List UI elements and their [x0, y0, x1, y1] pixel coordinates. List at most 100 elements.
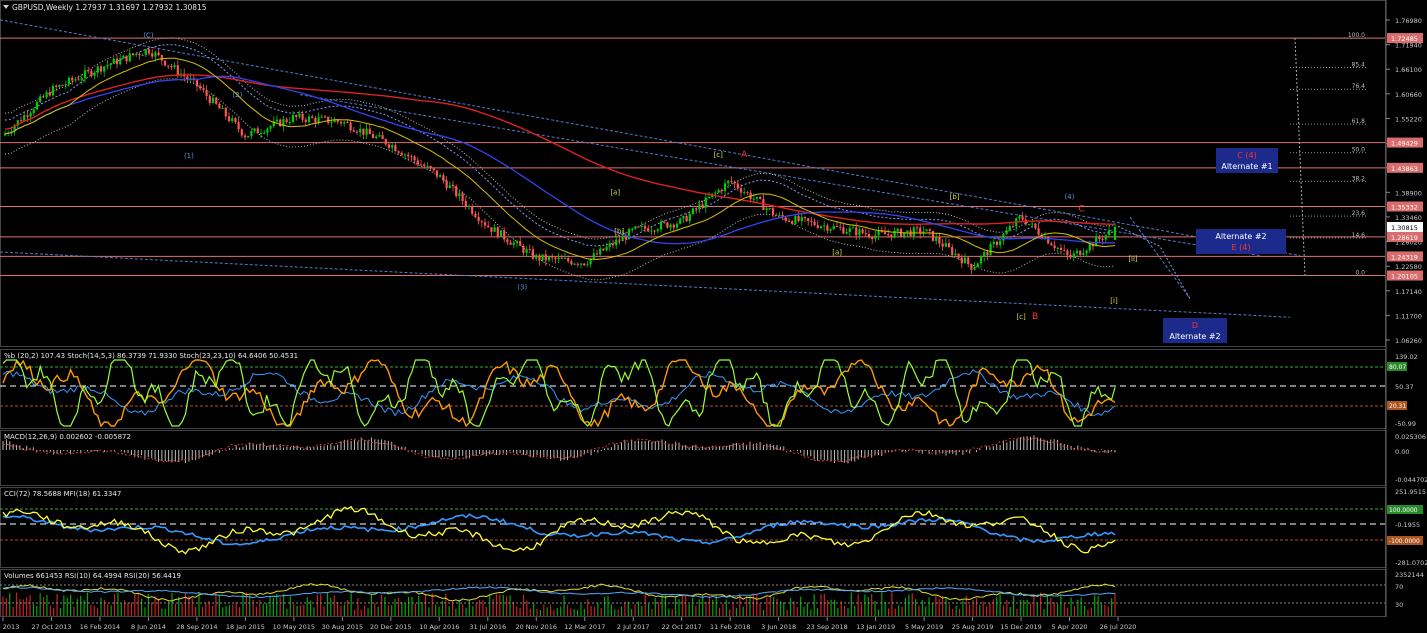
x-tick-label: 27 Oct 2013 [31, 623, 71, 631]
candle-body [826, 225, 829, 231]
cci-tick-label: 251.9515 [1395, 488, 1426, 496]
candle-body [163, 60, 167, 66]
candle-body [509, 242, 512, 245]
candle-body [416, 160, 419, 165]
menu-triangle-icon[interactable] [3, 5, 9, 9]
candle-body [419, 164, 423, 166]
candle-body [435, 170, 439, 177]
candle-body [947, 243, 951, 248]
candle-body [864, 233, 867, 235]
candle-body [266, 128, 269, 133]
candle-body [304, 119, 307, 122]
candle-body [1050, 243, 1053, 246]
candle-body [743, 192, 746, 194]
x-tick-label: 20 Dec 2015 [370, 623, 412, 631]
candle-body [67, 77, 71, 85]
wave-label: (1) [184, 152, 194, 160]
candle-body [688, 214, 691, 222]
candle-body [199, 86, 202, 89]
candle-body [77, 79, 80, 81]
x-tick-label: 20 Nov 2016 [515, 623, 557, 631]
candle-body [784, 217, 787, 221]
candle-body [202, 88, 205, 91]
candle-body [426, 165, 429, 167]
candle-body [906, 230, 909, 233]
candle-body [333, 120, 336, 123]
level-price-label: 1.49429 [1391, 140, 1418, 148]
candle-body [1079, 250, 1082, 255]
candle-body [871, 237, 874, 239]
candle-body [787, 220, 791, 222]
fib-level-label: 38.2 [1352, 175, 1366, 182]
candle-body [215, 97, 218, 104]
candle-body [208, 96, 211, 103]
candle-body [666, 222, 669, 228]
candle-body [256, 128, 259, 134]
candle-body [339, 121, 343, 124]
candle-body [314, 118, 317, 123]
candle-body [109, 63, 112, 66]
candle-body [883, 231, 887, 235]
x-tick-label: 31 Jul 2016 [469, 623, 506, 631]
candle-body [496, 227, 499, 238]
candle-body [477, 217, 480, 222]
fib-level-label: 61.8 [1352, 118, 1366, 125]
candle-body [999, 240, 1002, 246]
candle-body [538, 255, 541, 261]
candle-body [627, 229, 631, 240]
candle-body [816, 225, 819, 229]
candle-body [1104, 234, 1107, 240]
candle-body [320, 116, 323, 118]
x-tick-label: 12 Mar 2017 [564, 623, 605, 631]
candle-body [928, 229, 931, 231]
candle-body [663, 221, 666, 223]
candle-body [983, 252, 986, 257]
candle-body [125, 55, 128, 62]
candle-body [1056, 247, 1059, 249]
candle-body [247, 135, 250, 138]
candle-body [103, 66, 106, 72]
candle-body [733, 181, 736, 184]
candle-body [976, 263, 979, 268]
symbol-info-header: GBPUSD,Weekly 1.27937 1.31697 1.27932 1.… [12, 3, 207, 12]
candle-body [707, 197, 711, 199]
candle-body [973, 267, 976, 270]
main-panel-frame [0, 0, 1386, 347]
trend-line [1129, 216, 1191, 299]
level-price-label: 1.24319 [1391, 253, 1418, 261]
candle-body [141, 54, 144, 56]
candle-body [471, 205, 474, 214]
candle-body [915, 227, 919, 229]
candle-body [599, 248, 602, 255]
x-tick-label: 8 Jun 2014 [131, 623, 166, 631]
candle-body [1034, 223, 1037, 229]
wave-label: (3) [517, 284, 527, 292]
candle-body [371, 134, 375, 138]
y-tick-label: 1.60660 [1395, 91, 1422, 99]
candle-body [355, 131, 359, 133]
candle-body [835, 225, 839, 227]
wave-label: (2) [232, 91, 242, 99]
candle-body [106, 65, 109, 67]
candle-body [23, 115, 26, 122]
candle-body [410, 156, 413, 158]
candle-body [1088, 243, 1091, 251]
x-tick-label: 26 Jul 2020 [1100, 623, 1137, 631]
candle-body [1066, 250, 1069, 255]
candle-body [995, 241, 999, 246]
macd-indicator-header: MACD(12,26,9) 0.002602 -0.005872 [4, 433, 131, 441]
candle-body [503, 230, 506, 240]
candle-body [829, 229, 832, 231]
candle-body [755, 196, 759, 199]
candle-body [1098, 236, 1101, 240]
candle-body [99, 66, 103, 72]
candle-body [432, 168, 435, 171]
candle-body [573, 263, 576, 265]
candle-body [618, 239, 621, 241]
candle-body [989, 244, 992, 256]
candle-body [135, 54, 138, 56]
x-tick-label: 23 Sep 2018 [807, 623, 848, 631]
stoch-signal-line [2, 359, 1116, 428]
candle-body [531, 249, 535, 259]
candle-body [794, 216, 797, 224]
